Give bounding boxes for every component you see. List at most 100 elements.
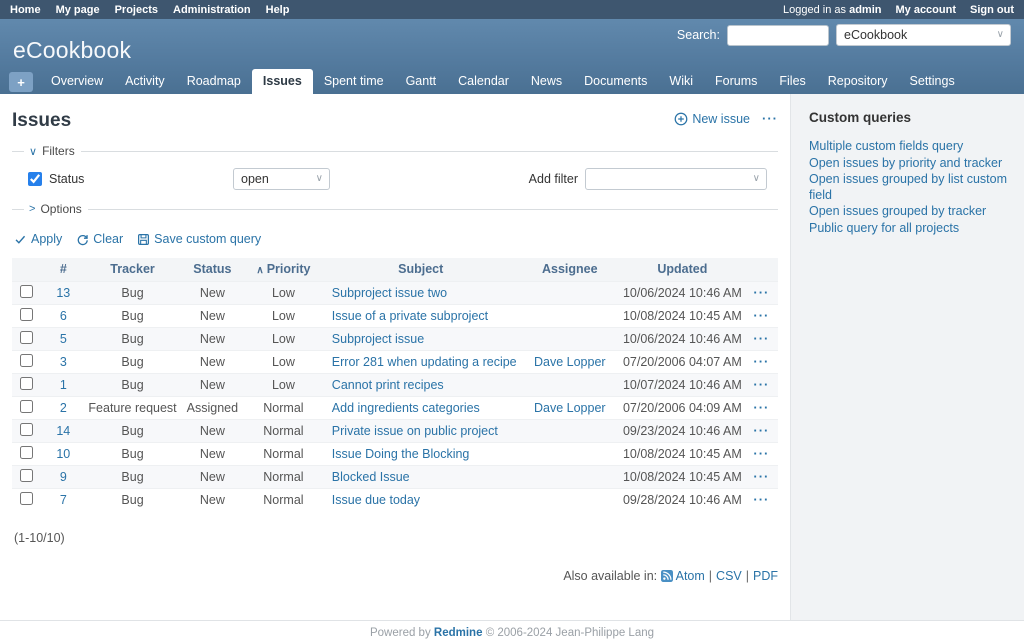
tab-gantt[interactable]: Gantt: [395, 69, 448, 94]
tab-spent-time[interactable]: Spent time: [313, 69, 395, 94]
issue-id-link[interactable]: 14: [56, 424, 70, 438]
clear-button[interactable]: Clear: [76, 232, 123, 246]
tab-activity[interactable]: Activity: [114, 69, 176, 94]
tab-overview[interactable]: Overview: [40, 69, 114, 94]
row-select-checkbox[interactable]: [20, 308, 33, 321]
column-header-subject[interactable]: Subject: [322, 258, 520, 281]
issue-id-link[interactable]: 10: [56, 447, 70, 461]
row-select-checkbox[interactable]: [20, 331, 33, 344]
status-operator[interactable]: open: [234, 169, 329, 189]
custom-query-open-issues-by-priority-and-tracker[interactable]: Open issues by priority and tracker: [809, 156, 1010, 172]
column-header-id[interactable]: #: [41, 258, 85, 281]
apply-button[interactable]: Apply: [14, 232, 62, 246]
issue-id-link[interactable]: 3: [60, 355, 67, 369]
custom-query-multiple-custom-fields-query[interactable]: Multiple custom fields query: [809, 139, 1010, 155]
row-select-checkbox[interactable]: [20, 469, 33, 482]
custom-query-public-query-for-all-projects[interactable]: Public query for all projects: [809, 221, 1010, 237]
search-label: Search:: [677, 28, 720, 42]
issue-id-link[interactable]: 6: [60, 309, 67, 323]
save-custom-query-button[interactable]: Save custom query: [137, 232, 261, 246]
row-select-checkbox[interactable]: [20, 285, 33, 298]
issue-subject-link[interactable]: Issue of a private subproject: [332, 309, 488, 323]
issue-subject-link[interactable]: Cannot print recipes: [332, 378, 444, 392]
issue-subject-link[interactable]: Add ingredients categories: [332, 401, 480, 415]
top-menu-item-my-page[interactable]: My page: [56, 4, 100, 16]
row-select-checkbox[interactable]: [20, 354, 33, 367]
column-header-priority[interactable]: ∧Priority: [245, 258, 322, 281]
more-actions-button[interactable]: ···: [762, 111, 778, 126]
column-header-tracker[interactable]: Tracker: [85, 258, 179, 281]
column-header-updated[interactable]: Updated: [620, 258, 745, 281]
row-select-checkbox[interactable]: [20, 400, 33, 413]
issue-subject-link[interactable]: Issue due today: [332, 493, 420, 507]
issue-id-link[interactable]: 2: [60, 401, 67, 415]
tab-roadmap[interactable]: Roadmap: [176, 69, 252, 94]
row-actions-button[interactable]: ···: [753, 377, 769, 392]
tab-issues[interactable]: Issues: [252, 69, 313, 94]
tab-calendar[interactable]: Calendar: [447, 69, 520, 94]
row-actions-button[interactable]: ···: [753, 285, 769, 300]
top-menu-item-projects[interactable]: Projects: [115, 4, 158, 16]
top-menu-item-help[interactable]: Help: [266, 4, 290, 16]
issue-subject-link[interactable]: Subproject issue: [332, 332, 424, 346]
custom-query-open-issues-grouped-by-tracker[interactable]: Open issues grouped by tracker: [809, 204, 1010, 220]
status-operator-select[interactable]: open ∨: [233, 168, 330, 190]
sort-ascending-icon: ∧: [256, 265, 263, 276]
project-select[interactable]: eCookbook: [837, 25, 1010, 45]
issue-id-link[interactable]: 5: [60, 332, 67, 346]
issue-subject-link[interactable]: Issue Doing the Blocking: [332, 447, 470, 461]
row-actions-button[interactable]: ···: [753, 331, 769, 346]
tab-news[interactable]: News: [520, 69, 573, 94]
column-header-assignee[interactable]: Assignee: [520, 258, 620, 281]
issue-id-link[interactable]: 1: [60, 378, 67, 392]
issue-assignee-link[interactable]: Dave Lopper: [534, 355, 606, 369]
new-issue-button[interactable]: New issue: [674, 112, 750, 126]
top-menu-item-home[interactable]: Home: [10, 4, 41, 16]
issue-subject-link[interactable]: Subproject issue two: [332, 286, 447, 300]
tab-repository[interactable]: Repository: [817, 69, 899, 94]
row-actions-button[interactable]: ···: [753, 423, 769, 438]
row-select-checkbox[interactable]: [20, 423, 33, 436]
row-select-checkbox[interactable]: [20, 492, 33, 505]
options-toggle[interactable]: > Options: [24, 202, 88, 216]
top-menu-item-sign-out[interactable]: Sign out: [970, 4, 1014, 16]
row-actions-button[interactable]: ···: [753, 308, 769, 323]
column-header-status[interactable]: Status: [180, 258, 245, 281]
tab-wiki[interactable]: Wiki: [658, 69, 704, 94]
export-pdf-link[interactable]: PDF: [753, 569, 778, 583]
filters-toggle[interactable]: ∨ Filters: [24, 144, 81, 158]
row-select-checkbox[interactable]: [20, 377, 33, 390]
tab-forums[interactable]: Forums: [704, 69, 768, 94]
tab-files[interactable]: Files: [768, 69, 816, 94]
status-filter-checkbox[interactable]: [28, 172, 42, 186]
issue-subject-link[interactable]: Private issue on public project: [332, 424, 498, 438]
tab-settings[interactable]: Settings: [899, 69, 966, 94]
new-object-button[interactable]: +: [9, 72, 33, 92]
issue-id-link[interactable]: 9: [60, 470, 67, 484]
issue-priority: Low: [245, 373, 322, 396]
add-filter[interactable]: [586, 169, 766, 189]
filter-status-row: Status open ∨ Add filter ∨: [28, 168, 778, 190]
redmine-link[interactable]: Redmine: [434, 627, 483, 639]
export-atom-link[interactable]: Atom: [676, 569, 705, 583]
row-actions-button[interactable]: ···: [753, 400, 769, 415]
issue-subject-link[interactable]: Blocked Issue: [332, 470, 410, 484]
custom-query-open-issues-grouped-by-list-custom-field[interactable]: Open issues grouped by list custom field: [809, 172, 1010, 203]
row-actions-button[interactable]: ···: [753, 492, 769, 507]
issue-id-link[interactable]: 7: [60, 493, 67, 507]
project-jump-select[interactable]: eCookbook ∨: [836, 24, 1011, 46]
tab-documents[interactable]: Documents: [573, 69, 658, 94]
top-menu-item-administration[interactable]: Administration: [173, 4, 251, 16]
row-select-checkbox[interactable]: [20, 446, 33, 459]
issue-assignee-link[interactable]: Dave Lopper: [534, 401, 606, 415]
issue-subject-link[interactable]: Error 281 when updating a recipe: [332, 355, 517, 369]
issue-priority: Low: [245, 304, 322, 327]
row-actions-button[interactable]: ···: [753, 469, 769, 484]
export-csv-link[interactable]: CSV: [716, 569, 742, 583]
search-input[interactable]: [727, 25, 829, 46]
row-actions-button[interactable]: ···: [753, 354, 769, 369]
top-menu-item-my-account[interactable]: My account: [895, 4, 956, 16]
row-actions-button[interactable]: ···: [753, 446, 769, 461]
issue-id-link[interactable]: 13: [56, 286, 70, 300]
add-filter-select[interactable]: ∨: [585, 168, 767, 190]
